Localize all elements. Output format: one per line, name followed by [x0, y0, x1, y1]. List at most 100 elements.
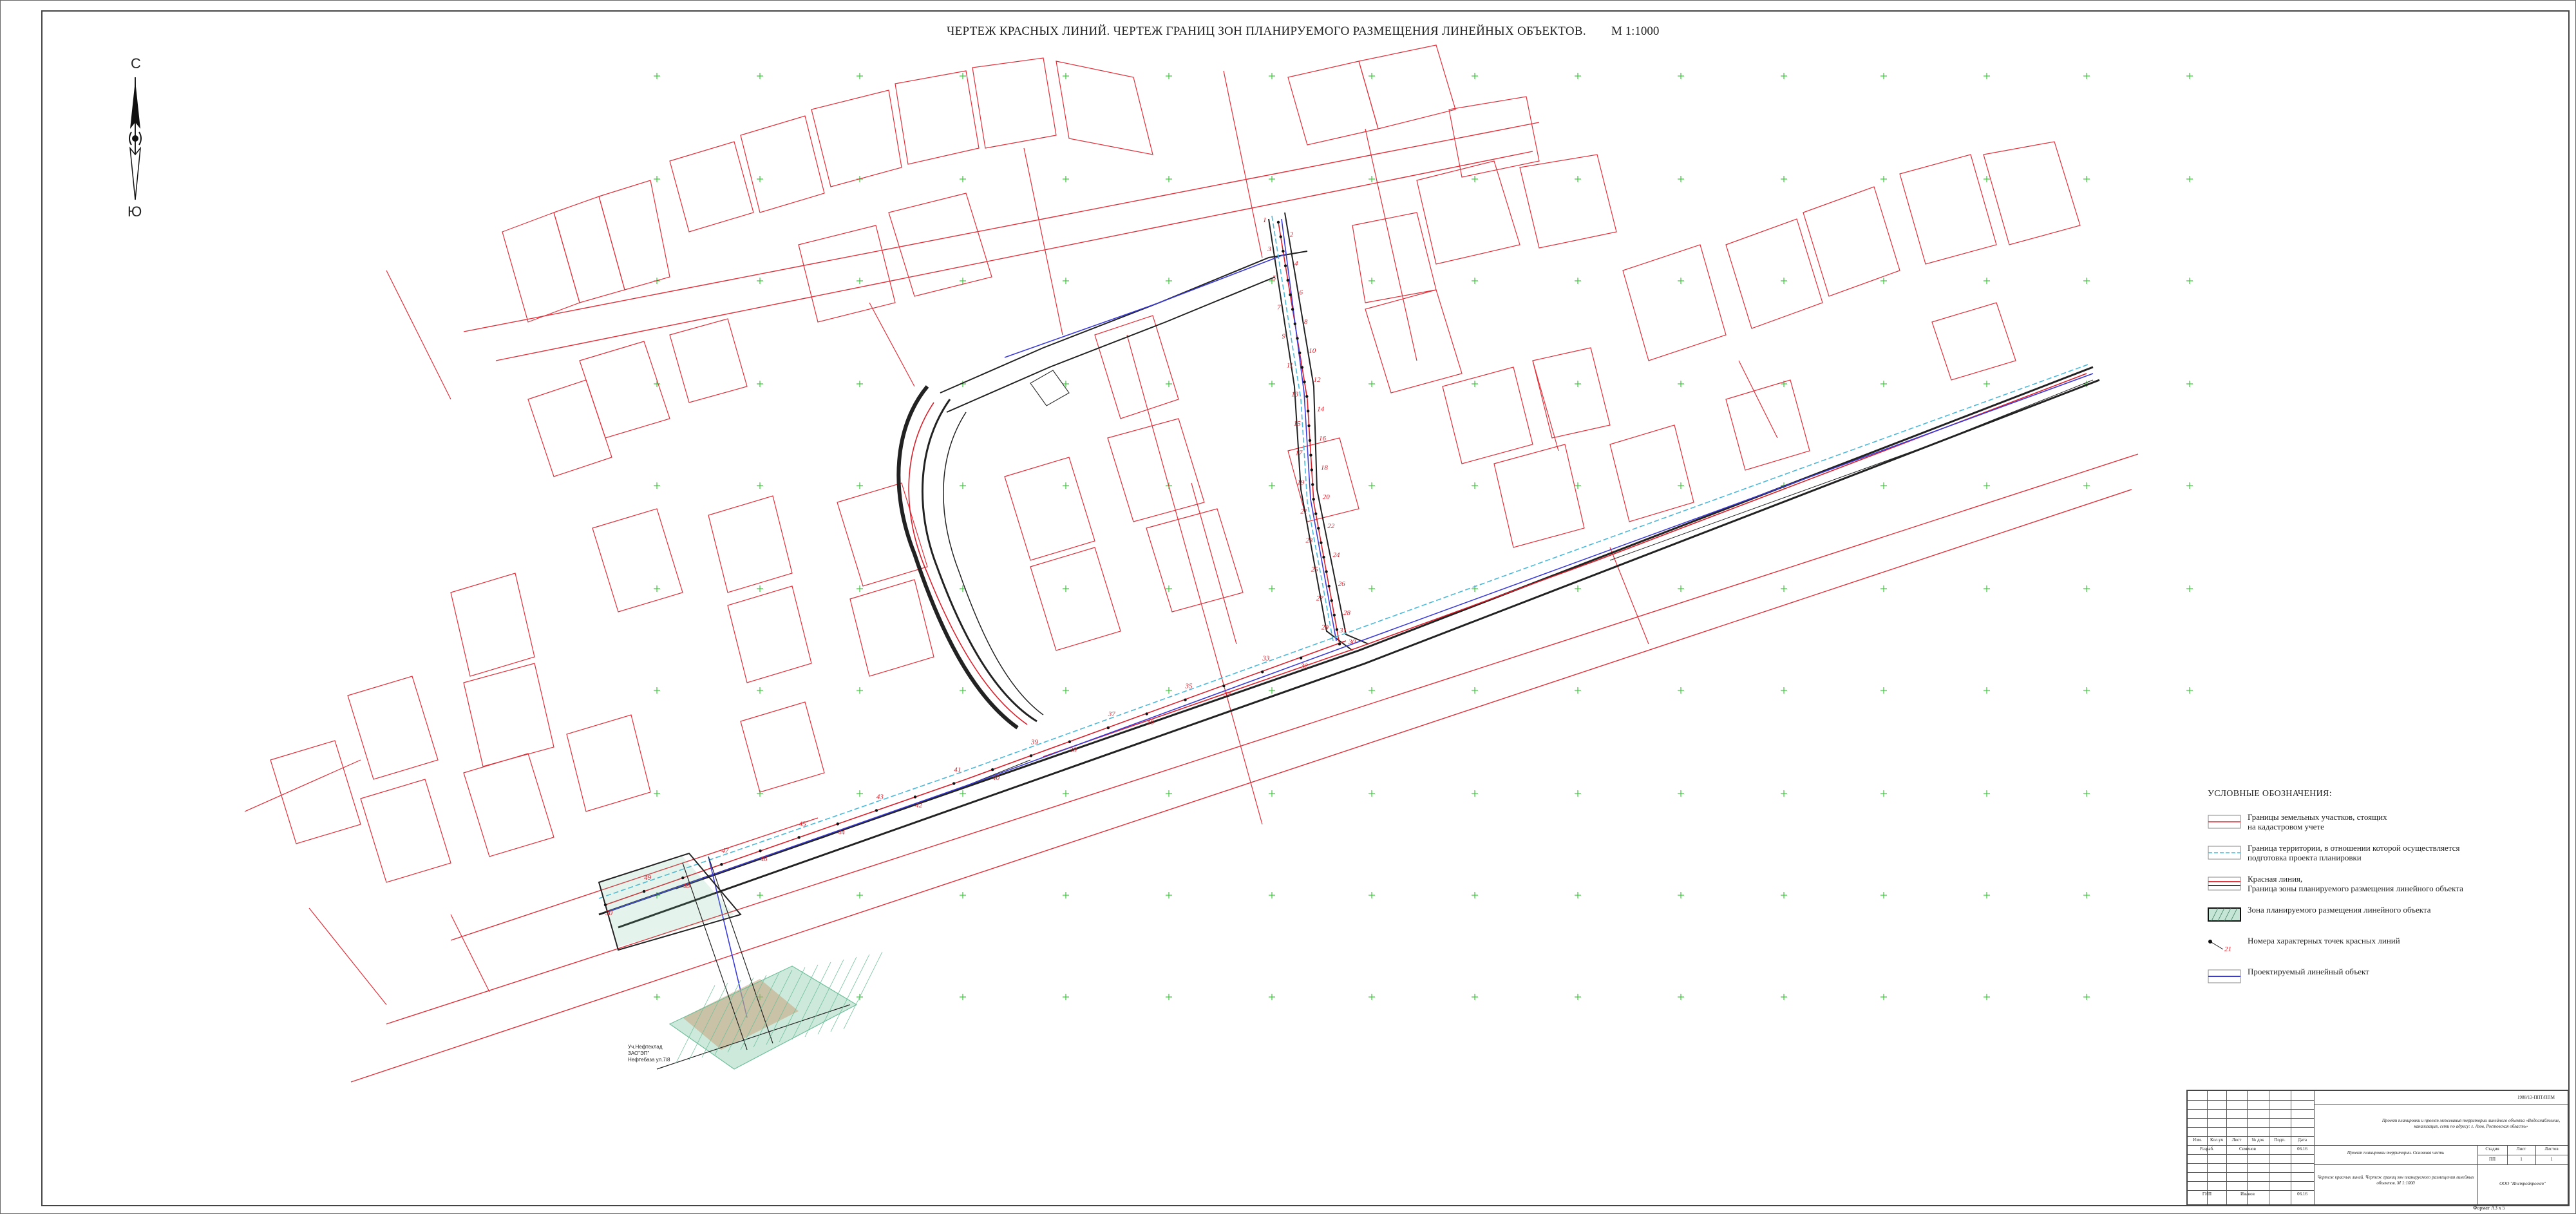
drawing-scale: М 1:1000: [1611, 24, 1660, 38]
grid-cross: [654, 585, 660, 592]
grid-cross: [1166, 176, 1172, 182]
grid-cross: [1166, 892, 1172, 898]
point-number-label: 45: [799, 820, 807, 828]
grid-cross: [1269, 381, 1275, 387]
grid-cross: [1880, 892, 1887, 898]
point-number-label: 16: [1319, 435, 1327, 442]
stage-value: ПП: [2488, 1157, 2496, 1162]
legend-text-line1: Граница территории, в отношении которой …: [2248, 843, 2460, 853]
point-number-label: 49: [644, 874, 652, 882]
parcel-boundary-line: [1223, 70, 1263, 258]
parcel-outline: [527, 379, 612, 477]
grid-cross: [960, 73, 966, 79]
legend-item-object: Проектируемый линейный объект: [2208, 967, 2543, 992]
grid-cross: [1678, 585, 1684, 592]
parcel-boundary-line: [386, 270, 451, 400]
red-line-point: [1317, 526, 1320, 530]
legend-text-line1: Проектируемый линейный объект: [2248, 967, 2369, 976]
parcel-outline: [1725, 379, 1810, 471]
red-line-point: [1314, 512, 1318, 515]
grid-cross: [1472, 381, 1478, 387]
grid-cross: [2186, 176, 2193, 182]
parcel-outline: [708, 495, 793, 593]
grid-cross: [1472, 790, 1478, 797]
sheets-header: Листов: [2544, 1146, 2559, 1152]
parcel-outline: [463, 663, 554, 767]
legend-item-parcels: Границы земельных участков, стоящих на к…: [2208, 812, 2543, 838]
south-end-zone: [598, 852, 883, 1070]
grid-cross: [1575, 176, 1581, 182]
legend-text-line1: Красная линия,: [2248, 874, 2303, 884]
point-number-label: 47: [721, 847, 729, 855]
grid-cross: [1063, 278, 1069, 284]
grid-cross: [2083, 687, 2090, 694]
grid-cross: [1678, 482, 1684, 489]
grid-cross: [1575, 892, 1581, 898]
grid-cross: [2186, 73, 2193, 79]
map-canvas: 1234567891011121314151617181920212223242…: [129, 44, 2193, 1083]
grid-cross: [2186, 585, 2193, 592]
parcel-outline: [798, 225, 896, 323]
grid-cross: [1984, 892, 1990, 898]
red-line-point: [836, 822, 840, 826]
grid-cross: [1368, 585, 1375, 592]
red-line-point: [1293, 322, 1297, 326]
red-line-point: [1184, 698, 1187, 701]
grid-cross: [960, 687, 966, 694]
grid-cross: [2186, 278, 2193, 284]
grid-cross: [960, 790, 966, 797]
drawing-title: ЧЕРТЕЖ КРАСНЫХ ЛИНИЙ. ЧЕРТЕЖ ГРАНИЦ ЗОН …: [947, 24, 1586, 38]
parcel-outline: [1146, 508, 1244, 612]
point-number-label: 19: [1297, 479, 1305, 486]
col-header-sign: Подп.: [2274, 1137, 2286, 1143]
parcel-outline: [502, 212, 580, 323]
grid-cross: [960, 482, 966, 489]
grid-cross: [1063, 994, 1069, 1000]
point-number-label: 29: [1321, 624, 1329, 632]
grid-cross: [1368, 381, 1375, 387]
red-line-point: [1282, 249, 1285, 253]
red-lines: [605, 222, 2087, 906]
parcel-outline: [592, 508, 683, 612]
parcel-outline: [740, 701, 825, 793]
point-number-label: 33: [1262, 654, 1270, 662]
grid-cross: [1880, 687, 1887, 694]
red-line-point: [720, 862, 723, 866]
grid-cross: [960, 892, 966, 898]
red-line-point: [1145, 712, 1148, 716]
grid-cross: [654, 482, 660, 489]
point-number-label: 15: [1294, 420, 1302, 428]
grid-cross: [1269, 790, 1275, 797]
parcel-boundary-line: [869, 302, 915, 387]
red-line-point: [1106, 726, 1110, 730]
parcel-outline: [849, 579, 934, 677]
red-line-point: [1311, 483, 1314, 486]
grid-cross: [757, 482, 763, 489]
grid-cross: [1984, 381, 1990, 387]
grid-cross: [1368, 176, 1375, 182]
col-header-change: Изм.: [2193, 1137, 2202, 1143]
point-number-label: 43: [876, 793, 884, 801]
parcel-outline: [1899, 154, 1997, 265]
col-header-sheet: Лист: [2231, 1137, 2242, 1143]
grid-cross: [857, 892, 863, 898]
point-number-label: 4: [1294, 260, 1298, 268]
grid-cross: [857, 381, 863, 387]
parcel-outline: [1107, 418, 1205, 522]
red-line-point: [1303, 380, 1306, 384]
point-number-label: 21: [1300, 508, 1307, 516]
zone-hatch-swatch: [2208, 907, 2241, 922]
grid-cross: [1575, 73, 1581, 79]
grid-cross: [1063, 176, 1069, 182]
parcel-outline: [1622, 244, 1727, 361]
parcel-outline: [1983, 141, 2081, 245]
point-number-label: 10: [1309, 347, 1316, 355]
red-line-point: [1298, 351, 1302, 355]
point-number-label: 48: [683, 882, 690, 890]
red-line-point: [1305, 395, 1309, 398]
grid-cross: [2083, 176, 2090, 182]
grid-cross: [757, 585, 763, 592]
grid-cross: [1269, 73, 1275, 79]
red-line-point: [681, 876, 685, 880]
red-line-point: [1312, 497, 1315, 501]
